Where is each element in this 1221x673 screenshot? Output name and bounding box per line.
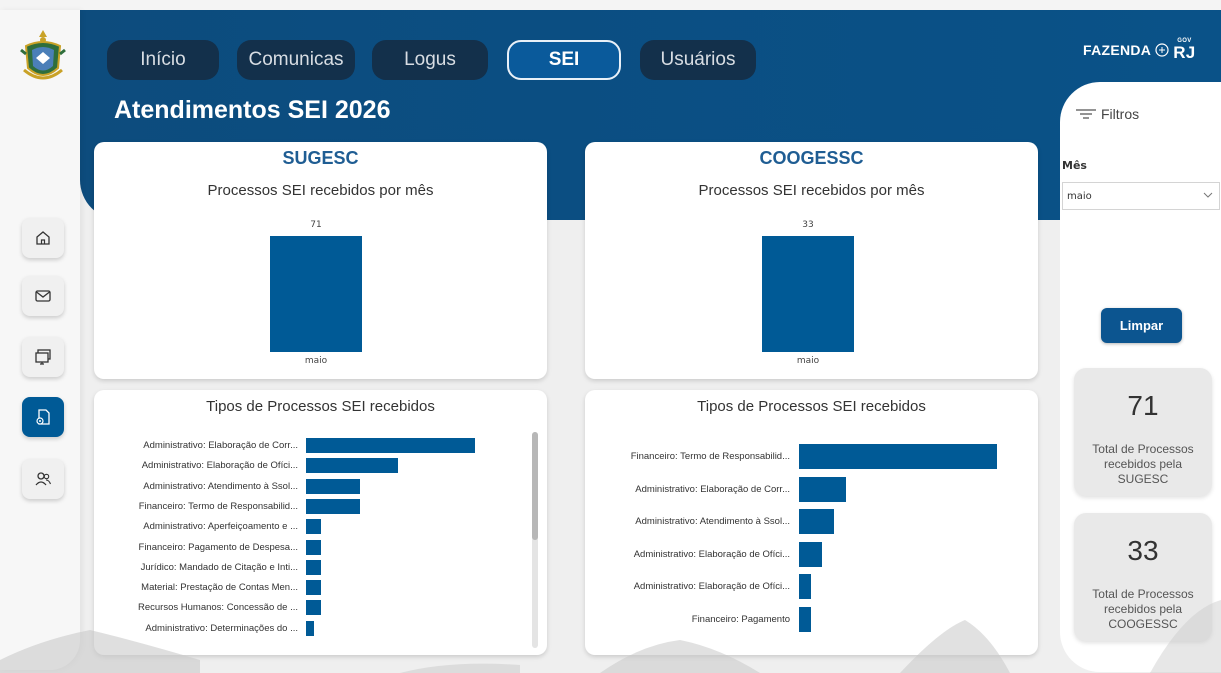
- users-icon: [35, 472, 52, 486]
- sugesc-types-category-label: Administrativo: Aperfeiçoamento e ...: [143, 521, 298, 533]
- sugesc-types-category-label: Jurídico: Mandado de Citação e Inti...: [140, 561, 298, 573]
- coogessc-types-category-label: Financeiro: Pagamento: [691, 614, 790, 625]
- sugesc-types-scroll-thumb[interactable]: [532, 432, 538, 540]
- mail-icon: [35, 290, 51, 302]
- sugesc-monthly-card: SUGESC Processos SEI recebidos por mês 7…: [94, 142, 547, 379]
- coogessc-heading: COOGESSC: [759, 148, 864, 168]
- tab-inicio[interactable]: Início: [107, 40, 219, 80]
- sidebar-monitor-button[interactable]: [22, 337, 64, 377]
- kpi-coogessc-card: 33 Total de Processos recebidos pela COO…: [1074, 513, 1212, 641]
- sugesc-types-bar[interactable]: [306, 519, 322, 535]
- sugesc-monthly-title: Processos SEI recebidos por mês: [207, 182, 434, 199]
- coogessc-types-title: Tipos de Processos SEI recebidos: [697, 398, 926, 415]
- coogessc-types-bar[interactable]: [799, 607, 811, 632]
- sugesc-types-bar[interactable]: [306, 539, 322, 555]
- sugesc-types-bar[interactable]: [306, 620, 314, 636]
- coogessc-monthly-title: Processos SEI recebidos por mês: [698, 182, 925, 199]
- sugesc-types-category-label: Administrativo: Determinações do ...: [145, 622, 298, 634]
- coogessc-types-category-label: Administrativo: Atendimento à Ssol...: [635, 516, 790, 528]
- sidebar-mail-button[interactable]: [22, 276, 64, 316]
- sugesc-types-chart: Administrativo: Elaboração de Corr... Adm…: [94, 438, 534, 648]
- sugesc-types-card: Tipos de Processos SEI recebidos Adminis…: [94, 390, 547, 655]
- month-filter-label: Mês: [1062, 159, 1087, 172]
- sugesc-monthly-x-tick: maio: [304, 356, 328, 366]
- sugesc-types-bar[interactable]: [306, 600, 322, 616]
- coogessc-monthly-data-label: 33: [802, 220, 814, 230]
- coogessc-monthly-chart: 33 maio: [762, 214, 854, 374]
- sugesc-types-bar[interactable]: [306, 580, 322, 596]
- fazenda-rj-logo: FAZENDA GOV RJ: [1083, 38, 1196, 61]
- sugesc-monthly-data-label: 71: [310, 220, 322, 230]
- kpi-sugesc-value: 71: [1127, 390, 1159, 421]
- sugesc-types-bar[interactable]: [306, 478, 360, 494]
- coogessc-types-card: Tipos de Processos SEI recebidos Finance…: [585, 390, 1038, 655]
- coat-of-arms-icon: [20, 30, 66, 80]
- coogessc-types-bar[interactable]: [799, 509, 834, 535]
- sugesc-types-category-label: Administrativo: Atendimento à Ssol...: [143, 480, 298, 492]
- brand-name: FAZENDA: [1083, 41, 1152, 58]
- sidebar-home-button[interactable]: [22, 218, 64, 258]
- sugesc-types-category-label: Administrativo: Elaboração de Corr...: [143, 440, 298, 451]
- coogessc-monthly-x-tick: maio: [796, 356, 820, 366]
- kpi-coogessc-value: 33: [1127, 535, 1159, 566]
- rj-emblem-icon: [1155, 42, 1169, 57]
- coogessc-types-bar[interactable]: [799, 541, 823, 567]
- page-title: Atendimentos SEI 2026: [114, 96, 391, 124]
- clear-filters-button[interactable]: Limpar: [1101, 308, 1182, 343]
- document-settings-icon: [36, 409, 50, 425]
- home-icon: [36, 231, 50, 245]
- coogessc-monthly-bar[interactable]: [762, 236, 854, 352]
- coogessc-types-category-label: Financeiro: Termo de Responsabilid...: [630, 451, 790, 462]
- top-strip: [0, 0, 1221, 10]
- tab-logus[interactable]: Logus: [372, 40, 488, 80]
- kpi-sugesc-desc: Total de Processos recebidos pela SUGESC: [1092, 442, 1194, 486]
- monitor-icon: [35, 349, 51, 365]
- coogessc-types-chart: Financeiro: Termo de Responsabilid... Adm…: [585, 444, 1025, 644]
- tab-usuarios[interactable]: Usuários: [640, 40, 756, 80]
- sugesc-heading: SUGESC: [282, 148, 359, 168]
- sugesc-types-category-label: Administrativo: Elaboração de Ofíci...: [141, 460, 298, 472]
- coogessc-types-bar[interactable]: [799, 444, 997, 469]
- sugesc-types-category-label: Recursos Humanos: Concessão de ...: [138, 602, 298, 614]
- kpi-coogessc-desc: Total de Processos recebidos pela COOGES…: [1092, 587, 1194, 631]
- sidebar-document-settings-button[interactable]: [22, 397, 64, 437]
- sidebar-users-button[interactable]: [22, 459, 64, 499]
- filters-title: Filtros: [1101, 106, 1140, 122]
- filters-header: Filtros: [1075, 106, 1139, 122]
- gov-rj-mark: GOV RJ: [1173, 38, 1196, 62]
- sugesc-types-category-label: Financeiro: Termo de Responsabilid...: [138, 500, 298, 512]
- coogessc-types-category-label: Administrativo: Elaboração de Ofíci...: [633, 548, 790, 560]
- sugesc-monthly-chart: 71 maio: [270, 214, 362, 374]
- sugesc-types-bar[interactable]: [306, 559, 322, 575]
- filter-icon: [1076, 109, 1096, 119]
- sugesc-types-bar[interactable]: [306, 458, 399, 474]
- coogessc-monthly-card: COOGESSC Processos SEI recebidos por mês…: [585, 142, 1038, 379]
- month-select-value: maio: [1067, 191, 1092, 202]
- sugesc-types-bar[interactable]: [306, 498, 360, 514]
- chevron-down-icon: [1203, 192, 1213, 198]
- sugesc-types-category-label: Financeiro: Pagamento de Despesa...: [138, 541, 298, 553]
- kpi-sugesc-card: 71 Total de Processos recebidos pela SUG…: [1074, 368, 1212, 496]
- coogessc-types-bar[interactable]: [799, 476, 846, 502]
- coogessc-types-bar[interactable]: [799, 574, 811, 600]
- coogessc-types-category-label: Administrativo: Elaboração de Ofíci...: [633, 581, 790, 593]
- sugesc-monthly-bar[interactable]: [270, 236, 362, 352]
- sugesc-types-bar[interactable]: [306, 438, 475, 453]
- tab-sei[interactable]: SEI: [507, 40, 621, 80]
- tab-comunicas[interactable]: Comunicas: [237, 40, 355, 80]
- month-select[interactable]: maio: [1062, 182, 1220, 210]
- sugesc-types-category-label: Material: Prestação de Contas Men...: [141, 582, 298, 594]
- sugesc-types-title: Tipos de Processos SEI recebidos: [206, 398, 435, 415]
- coogessc-types-category-label: Administrativo: Elaboração de Corr...: [635, 483, 790, 495]
